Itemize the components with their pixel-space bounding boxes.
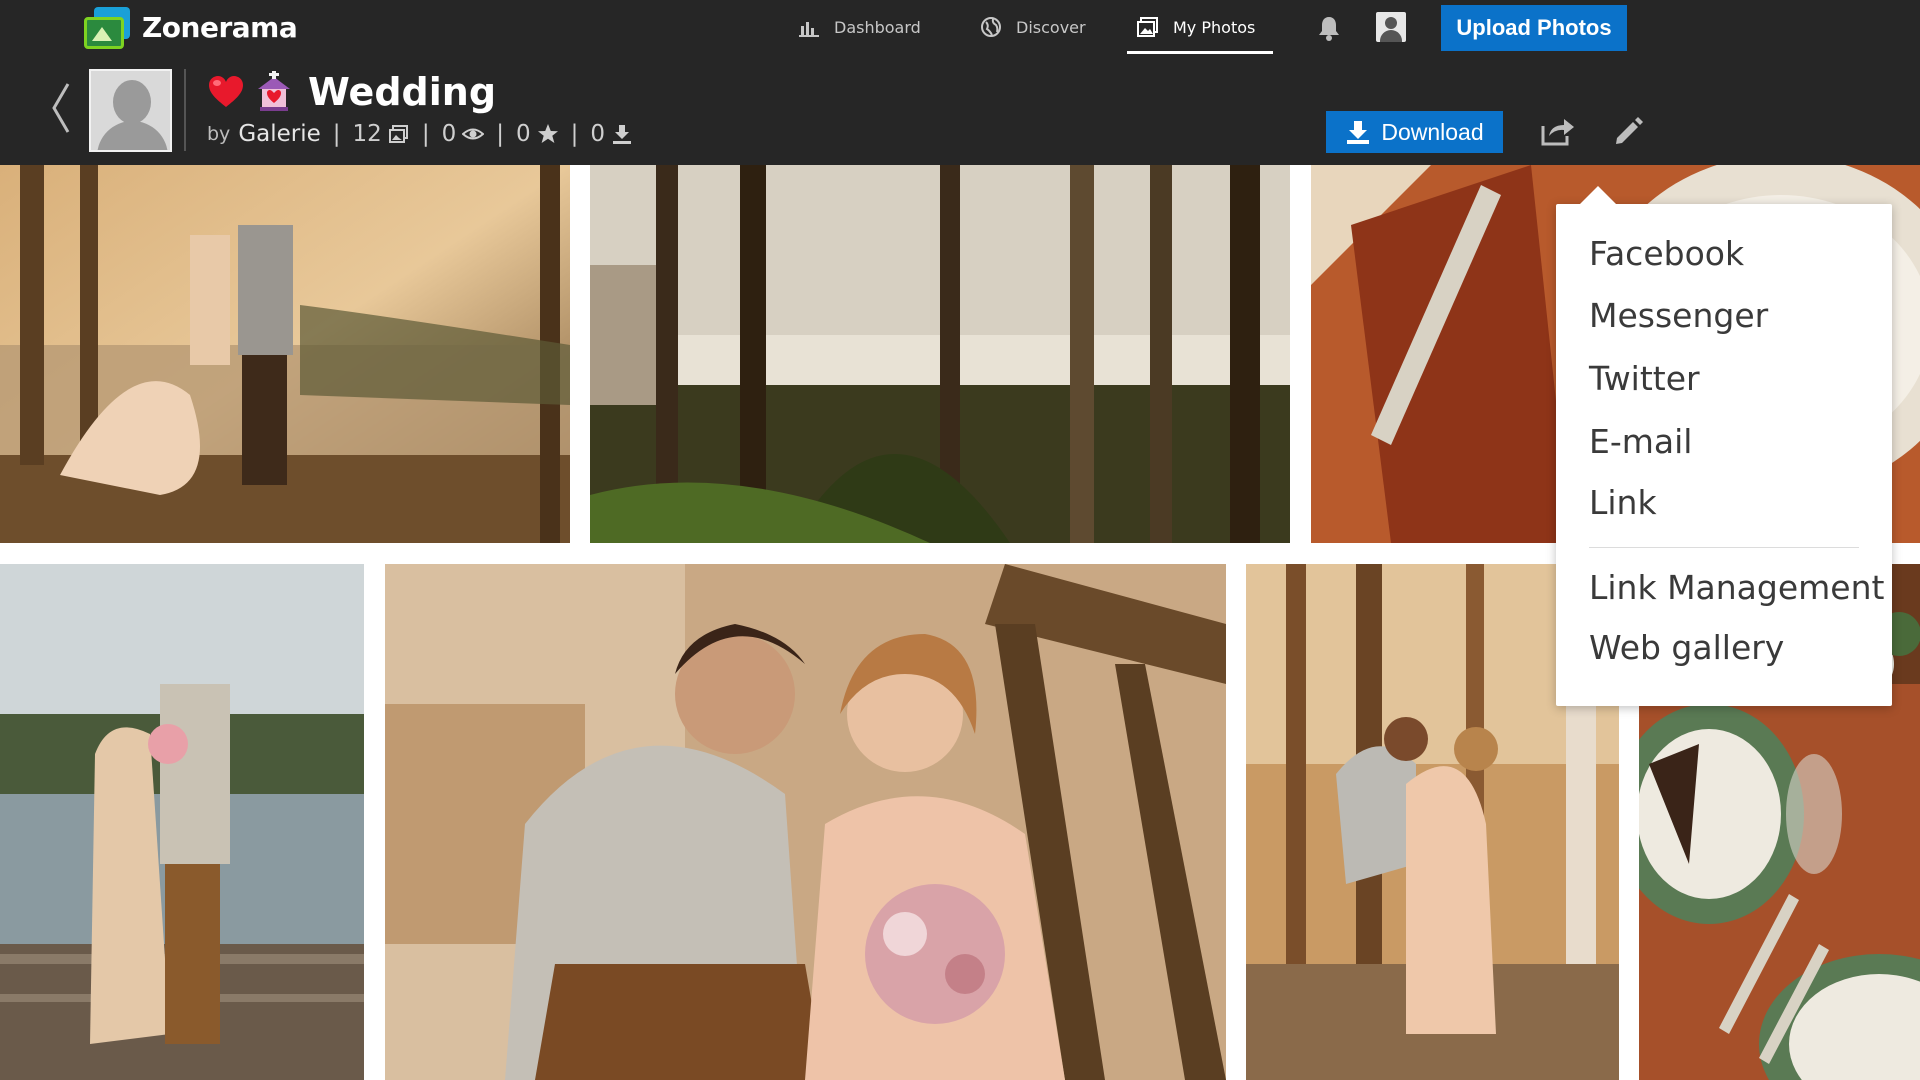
heart-icon (209, 76, 243, 107)
meta-separator: | (496, 121, 504, 147)
meta-separator: | (332, 121, 341, 147)
share-messenger[interactable]: Messenger (1589, 296, 1768, 335)
meta-separator: | (421, 121, 430, 147)
album-name: Wedding (308, 70, 497, 114)
view-count: 0 (441, 121, 457, 147)
photo-couple-close-up[interactable] (385, 564, 1226, 1080)
nav-dashboard[interactable]: Dashboard (798, 0, 921, 54)
zonerama-logo[interactable]: Zonerama (84, 5, 298, 50)
nav-my-photos-label: My Photos (1173, 17, 1256, 37)
download-icon (1347, 121, 1370, 144)
download-count-icon (612, 125, 631, 144)
chart-icon (799, 22, 819, 37)
album-meta: by Galerie | 12 | 0 | 0 | 0 (207, 117, 633, 151)
photo-couple-dock[interactable] (0, 564, 364, 1080)
nav-discover[interactable]: Discover (980, 0, 1086, 54)
photos-count-icon (388, 125, 408, 143)
menu-divider (1589, 547, 1859, 548)
web-gallery[interactable]: Web gallery (1589, 628, 1784, 667)
wedding-chapel-icon (258, 71, 290, 111)
upload-photos-button[interactable]: Upload Photos (1441, 5, 1627, 51)
share-email[interactable]: E-mail (1589, 422, 1692, 461)
meta-separator: | (570, 121, 579, 147)
by-label: by (207, 123, 231, 145)
photo-couple-lake-sunset[interactable] (0, 165, 570, 543)
back-chevron-icon[interactable] (44, 78, 76, 138)
photos-icon (1137, 17, 1158, 37)
nav-my-photos[interactable]: My Photos (1126, 0, 1274, 54)
bell-icon[interactable] (1315, 14, 1343, 42)
share-twitter[interactable]: Twitter (1589, 359, 1700, 398)
share-menu: Facebook Messenger Twitter E-mail Link L… (1556, 186, 1892, 706)
download-button[interactable]: Download (1326, 111, 1503, 153)
download-button-label: Download (1381, 118, 1484, 145)
header-divider (184, 69, 186, 151)
photo-forest-lake[interactable] (590, 165, 1290, 543)
logo-text: Zonerama (142, 11, 298, 44)
link-management[interactable]: Link Management (1589, 568, 1884, 607)
share-facebook[interactable]: Facebook (1589, 234, 1744, 273)
author-link[interactable]: Galerie (238, 121, 320, 147)
star-icon (537, 124, 558, 143)
eye-icon (462, 128, 485, 140)
photo-count: 12 (352, 121, 382, 147)
logo-icon (84, 6, 132, 49)
share-icon[interactable] (1541, 116, 1575, 146)
download-count: 0 (590, 121, 605, 147)
share-link[interactable]: Link (1589, 483, 1657, 522)
favorite-count: 0 (515, 121, 531, 147)
user-avatar-icon[interactable] (1376, 12, 1406, 42)
edit-pencil-icon[interactable] (1613, 114, 1645, 146)
nav-discover-label: Discover (1016, 17, 1086, 37)
top-bar: Zonerama Dashboard Discover My Photos Up… (0, 0, 1920, 165)
author-avatar[interactable] (89, 69, 172, 152)
album-title: Wedding (206, 66, 496, 118)
nav-dashboard-label: Dashboard (834, 17, 921, 37)
globe-icon (981, 17, 1001, 37)
